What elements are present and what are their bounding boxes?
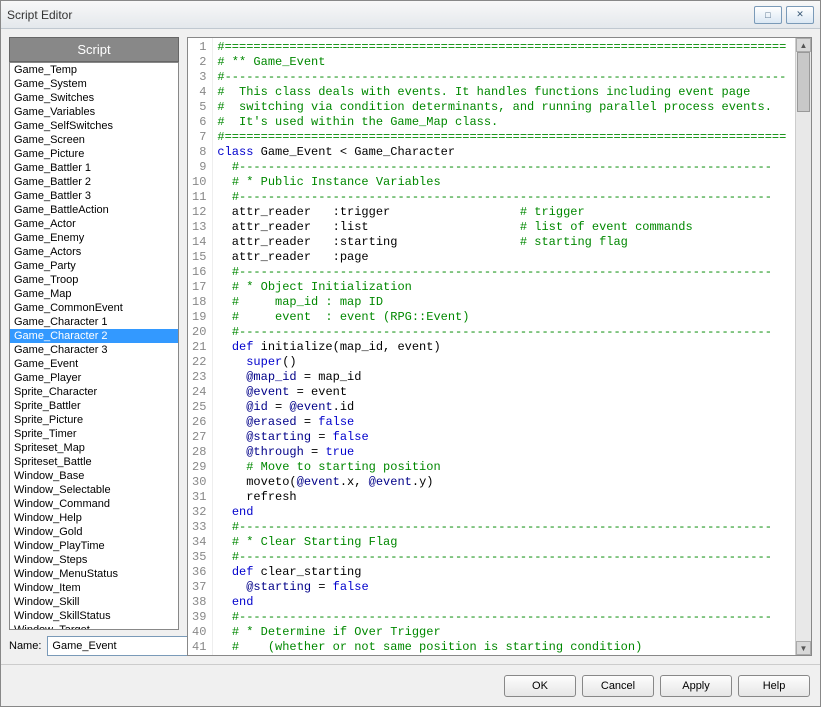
script-item[interactable]: Window_Target bbox=[10, 623, 178, 629]
script-item[interactable]: Game_SelfSwitches bbox=[10, 119, 178, 133]
scroll-down-icon[interactable]: ▼ bbox=[796, 641, 811, 655]
script-item[interactable]: Window_Selectable bbox=[10, 483, 178, 497]
script-item[interactable]: Window_MenuStatus bbox=[10, 567, 178, 581]
apply-button[interactable]: Apply bbox=[660, 675, 732, 697]
script-item[interactable]: Game_Picture bbox=[10, 147, 178, 161]
script-item[interactable]: Game_Battler 1 bbox=[10, 161, 178, 175]
script-item[interactable]: Game_Event bbox=[10, 357, 178, 371]
help-button[interactable]: Help bbox=[738, 675, 810, 697]
script-item[interactable]: Game_Screen bbox=[10, 133, 178, 147]
script-editor-window: Script Editor □ ✕ Script Game_TempGame_S… bbox=[0, 0, 821, 707]
script-item[interactable]: Window_PlayTime bbox=[10, 539, 178, 553]
script-item[interactable]: Game_Map bbox=[10, 287, 178, 301]
script-item[interactable]: Game_Party bbox=[10, 259, 178, 273]
window-title: Script Editor bbox=[7, 8, 72, 22]
scroll-thumb[interactable] bbox=[797, 52, 810, 112]
script-item[interactable]: Window_Gold bbox=[10, 525, 178, 539]
script-item[interactable]: Sprite_Picture bbox=[10, 413, 178, 427]
script-item[interactable]: Game_Battler 3 bbox=[10, 189, 178, 203]
script-item[interactable]: Window_Base bbox=[10, 469, 178, 483]
script-item[interactable]: Window_Steps bbox=[10, 553, 178, 567]
script-item[interactable]: Game_Switches bbox=[10, 91, 178, 105]
code-editor[interactable]: #=======================================… bbox=[213, 38, 795, 655]
script-item[interactable]: Game_Actors bbox=[10, 245, 178, 259]
script-item[interactable]: Game_Enemy bbox=[10, 231, 178, 245]
script-item[interactable]: Window_Item bbox=[10, 581, 178, 595]
name-label: Name: bbox=[9, 640, 41, 652]
script-item[interactable]: Game_Troop bbox=[10, 273, 178, 287]
ok-button[interactable]: OK bbox=[504, 675, 576, 697]
name-row: Name: bbox=[9, 636, 179, 656]
script-item[interactable]: Sprite_Timer bbox=[10, 427, 178, 441]
script-item[interactable]: Game_Actor bbox=[10, 217, 178, 231]
script-list-header: Script bbox=[9, 37, 179, 62]
left-pane: Script Game_TempGame_SystemGame_Switches… bbox=[9, 37, 179, 656]
script-item[interactable]: Spriteset_Map bbox=[10, 441, 178, 455]
script-item[interactable]: Sprite_Battler bbox=[10, 399, 178, 413]
script-item[interactable]: Window_Help bbox=[10, 511, 178, 525]
script-item[interactable]: Window_Command bbox=[10, 497, 178, 511]
script-item[interactable]: Game_CommonEvent bbox=[10, 301, 178, 315]
script-item[interactable]: Spriteset_Battle bbox=[10, 455, 178, 469]
cancel-button[interactable]: Cancel bbox=[582, 675, 654, 697]
code-scrollbar[interactable]: ▲ ▼ bbox=[795, 38, 811, 655]
script-list-container: Game_TempGame_SystemGame_SwitchesGame_Va… bbox=[9, 62, 179, 630]
script-item[interactable]: Game_Character 1 bbox=[10, 315, 178, 329]
script-item[interactable]: Game_Battler 2 bbox=[10, 175, 178, 189]
script-item[interactable]: Sprite_Character bbox=[10, 385, 178, 399]
close-button[interactable]: ✕ bbox=[786, 6, 814, 24]
name-input[interactable] bbox=[47, 636, 199, 656]
script-item[interactable]: Game_Character 2 bbox=[10, 329, 178, 343]
script-item[interactable]: Window_Skill bbox=[10, 595, 178, 609]
script-list[interactable]: Game_TempGame_SystemGame_SwitchesGame_Va… bbox=[10, 63, 178, 629]
script-item[interactable]: Game_Character 3 bbox=[10, 343, 178, 357]
button-bar: OK Cancel Apply Help bbox=[1, 664, 820, 706]
script-item[interactable]: Game_BattleAction bbox=[10, 203, 178, 217]
code-pane: 1234567891011121314151617181920212223242… bbox=[187, 37, 812, 656]
content-area: Script Game_TempGame_SystemGame_Switches… bbox=[1, 29, 820, 664]
line-gutter: 1234567891011121314151617181920212223242… bbox=[188, 38, 213, 655]
maximize-button[interactable]: □ bbox=[754, 6, 782, 24]
titlebar[interactable]: Script Editor □ ✕ bbox=[1, 1, 820, 29]
script-item[interactable]: Game_Player bbox=[10, 371, 178, 385]
script-item[interactable]: Game_Variables bbox=[10, 105, 178, 119]
script-item[interactable]: Game_Temp bbox=[10, 63, 178, 77]
scroll-up-icon[interactable]: ▲ bbox=[796, 38, 811, 52]
script-item[interactable]: Window_SkillStatus bbox=[10, 609, 178, 623]
script-item[interactable]: Game_System bbox=[10, 77, 178, 91]
